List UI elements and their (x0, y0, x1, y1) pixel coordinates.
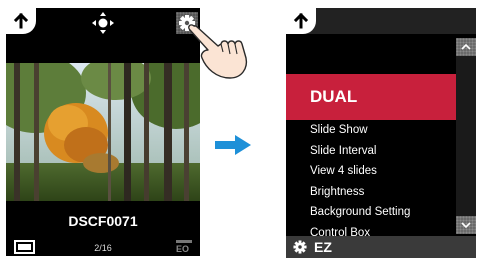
back-arrow-icon (13, 13, 29, 29)
chevron-down-icon (461, 222, 471, 228)
menu-item-slide-show[interactable]: Slide Show (286, 120, 456, 141)
menu-item-brightness[interactable]: Brightness (286, 182, 456, 203)
photo-image[interactable] (6, 63, 200, 201)
back-button[interactable] (286, 8, 316, 34)
menu-item-dual[interactable]: DUAL (286, 74, 456, 120)
chevron-up-icon (461, 44, 471, 50)
scroll-up-button[interactable] (456, 38, 476, 56)
bottom-bar: EZ (286, 236, 476, 258)
eo-mode-icon[interactable]: EO (174, 239, 194, 253)
back-button[interactable] (6, 8, 36, 34)
photo-viewer-screen: DSCF0071 2/16 EO (6, 8, 200, 256)
settings-menu: DUAL Slide Show Slide Interval View 4 sl… (286, 68, 456, 243)
right-arrow-icon (215, 135, 251, 155)
scroll-down-button[interactable] (456, 216, 476, 234)
svg-text:EO: EO (176, 244, 189, 253)
touch-hand-icon (188, 24, 248, 79)
menu-item-background-setting[interactable]: Background Setting (286, 202, 456, 223)
ez-mode-label[interactable]: EZ (314, 239, 332, 255)
dpad-icon[interactable] (88, 10, 118, 36)
back-arrow-icon (293, 13, 309, 29)
photo-filename: DSCF0071 (68, 213, 138, 229)
menu-item-slide-interval[interactable]: Slide Interval (286, 141, 456, 162)
menu-scrollbar[interactable] (456, 38, 476, 234)
photo-counter: 2/16 (94, 243, 112, 253)
menu-item-view-4-slides[interactable]: View 4 slides (286, 161, 456, 182)
gear-icon[interactable] (292, 239, 308, 255)
settings-menu-screen: DUAL Slide Show Slide Interval View 4 sl… (286, 8, 476, 258)
